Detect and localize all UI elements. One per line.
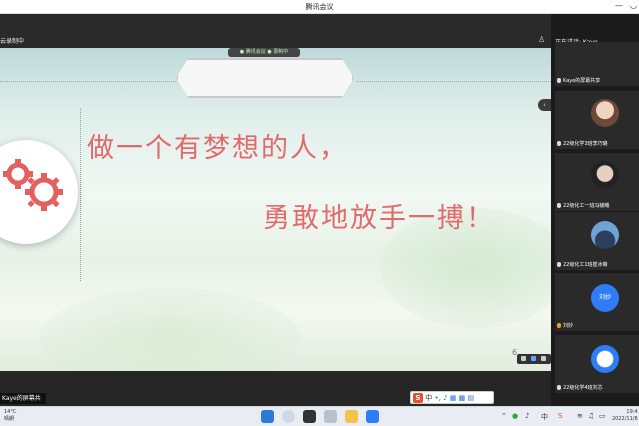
title-bar: 腾讯会议 — ◡ <box>0 0 639 14</box>
sogou-tray-icon[interactable]: S <box>558 412 562 420</box>
taskbar: 14°C 晴朗 ⌃ ● ♪ 中 S ≋ ♫ ▭ 19:4 2022/11/8 <box>0 406 639 426</box>
participant-name: 22级化工一班冯毓曦 <box>563 203 610 209</box>
wifi-icon[interactable]: ≋ <box>577 412 583 420</box>
sogou-logo-icon: S <box>413 393 423 403</box>
participant-name: 刘妙 <box>563 323 574 329</box>
task-view-icon[interactable] <box>303 410 316 423</box>
person-icon[interactable]: ♙ <box>538 35 545 44</box>
microphone-icon[interactable]: ♪ <box>443 394 447 402</box>
mic-tray-icon[interactable]: ♪ <box>525 412 529 420</box>
slide-line-1: 做一个有梦想的人， <box>87 133 348 164</box>
clock[interactable]: 19:4 2022/11/8 <box>612 409 638 423</box>
participant-name: 22级化学4班刘芯 <box>563 385 603 391</box>
close-icon[interactable]: ◡ <box>630 1 637 10</box>
participant-tile[interactable]: Kaye的屏幕共享 <box>555 42 639 86</box>
participant-name: Kaye的屏幕共享 <box>563 78 601 84</box>
mic-icon <box>557 262 561 267</box>
mini-toolbar[interactable] <box>517 354 551 364</box>
ime-indicator[interactable]: 中 <box>541 412 548 422</box>
gears-icon <box>3 159 63 211</box>
mini-tool-icon[interactable] <box>541 356 546 361</box>
shared-slide: 做一个有梦想的人， 勇敢地放手一搏！ 6 <box>0 48 551 371</box>
slide-dashed-line <box>356 81 551 82</box>
file-explorer-icon[interactable] <box>345 410 358 423</box>
collapse-panel-icon[interactable]: ‹ <box>538 99 551 111</box>
weather-desc: 晴朗 <box>4 416 15 422</box>
mic-icon <box>557 323 561 328</box>
weather-temp: 14°C <box>4 409 17 415</box>
window-title: 腾讯会议 <box>305 3 334 11</box>
mini-tool-icon[interactable] <box>521 356 526 361</box>
mic-icon <box>557 78 561 83</box>
search-icon[interactable] <box>282 410 295 423</box>
ime-punct-icon[interactable]: •, <box>434 394 440 402</box>
skin-icon[interactable]: ▩ <box>459 394 466 402</box>
meeting-status-pill[interactable]: ● 腾讯会议 ● 录制中 <box>228 48 300 57</box>
mic-icon <box>557 385 561 390</box>
minimize-icon[interactable]: — <box>615 1 623 10</box>
slide-title-box <box>176 58 354 98</box>
slide-vertical-dashed-line <box>80 108 81 281</box>
wechat-icon[interactable]: ● <box>512 412 518 420</box>
slide-cloud <box>40 288 300 371</box>
screen-share-label: Kaye的屏幕共享 <box>0 393 46 413</box>
chevron-up-icon[interactable]: ⌃ <box>501 412 507 420</box>
recording-status: 云录制中 <box>0 38 25 45</box>
ime-mode[interactable]: 中 <box>425 394 432 402</box>
battery-icon[interactable]: ▭ <box>599 412 606 420</box>
meeting-header <box>0 14 551 48</box>
ime-toolbar[interactable]: S 中 •, ♪ ▦ ▩ ▤ <box>410 391 494 404</box>
mic-icon <box>557 203 561 208</box>
keyboard-icon[interactable]: ▦ <box>450 394 457 402</box>
toolbox-icon[interactable]: ▤ <box>467 394 474 402</box>
mic-icon <box>557 141 561 146</box>
tencent-meeting-icon[interactable] <box>366 410 379 423</box>
clock-time: 19:4 <box>626 409 638 415</box>
weather-widget[interactable]: 14°C 晴朗 <box>4 409 16 423</box>
participant-avatar <box>591 161 619 189</box>
slide-dashed-line <box>0 81 176 82</box>
participant-avatar: 刘妙 <box>591 284 619 312</box>
participant-name: 22级化工1班崔冰薇 <box>563 262 608 268</box>
participant-avatar <box>591 99 619 127</box>
mini-tool-icon[interactable] <box>531 356 536 361</box>
widgets-icon[interactable] <box>324 410 337 423</box>
windows-start-icon[interactable] <box>261 410 274 423</box>
participant-avatar <box>591 345 619 373</box>
clock-date: 2022/11/8 <box>612 416 638 422</box>
volume-icon[interactable]: ♫ <box>588 412 594 420</box>
participant-name: 22级化学3班李巧璐 <box>563 141 608 147</box>
slide-line-2: 勇敢地放手一搏！ <box>263 203 495 234</box>
participant-avatar <box>591 221 619 249</box>
